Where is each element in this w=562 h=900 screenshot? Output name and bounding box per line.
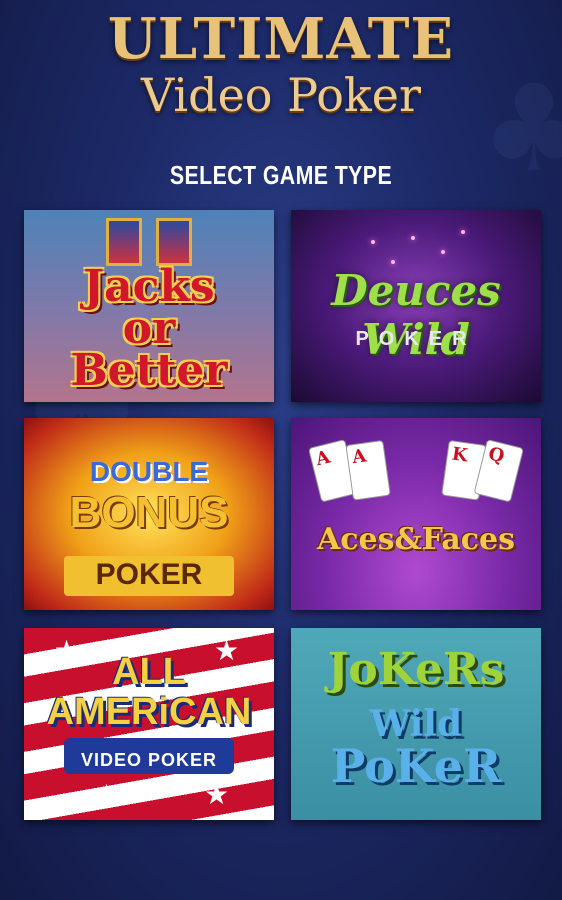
star-icon: ★ xyxy=(94,778,120,811)
game-tile-all-american[interactable]: ★ ★ ★ ★ ALL AMERiCAN VIDEO POKER xyxy=(24,628,274,820)
sparkle-icon xyxy=(461,230,465,234)
game-tile-sublabel: VIDEO POKER xyxy=(80,750,218,770)
game-tile-jacks-or-better[interactable]: Jacks or Better xyxy=(24,210,274,402)
game-tile-aces-faces[interactable]: A A K Q Aces&Faces xyxy=(291,418,541,610)
sparkle-icon xyxy=(391,260,395,264)
jack-card-icon xyxy=(156,218,192,266)
game-tile-label: ALL AMERiCAN xyxy=(46,651,252,733)
game-tile-sublabel: POKER xyxy=(355,328,477,350)
game-tile-double-bonus[interactable]: DOUBLE BONUS POKER xyxy=(24,418,274,610)
sparkle-icon xyxy=(411,236,415,240)
game-tile-label: Jacks or Better xyxy=(70,261,228,396)
jack-card-icon xyxy=(106,218,142,266)
game-tile-sublabel: POKER xyxy=(95,558,203,591)
sparkle-icon xyxy=(371,240,375,244)
app-subtitle: Video Poker xyxy=(141,68,421,122)
select-game-type-heading: SELECT GAME TYPE xyxy=(169,160,393,190)
game-tile-deuces-wild[interactable]: Deuces Wild POKER xyxy=(291,210,541,402)
game-tile-label: BONUS xyxy=(69,488,229,537)
game-tile-label: PoKeR xyxy=(330,739,502,793)
game-tile-label: JoKeRs xyxy=(327,644,505,695)
star-icon: ★ xyxy=(204,778,230,811)
playing-card-icon: A xyxy=(345,439,391,501)
game-tile-label: DOUBLE xyxy=(89,456,209,487)
game-tile-label: Aces&Faces xyxy=(317,522,515,557)
app-title: ULTIMATE xyxy=(107,6,455,72)
sparkle-icon xyxy=(441,250,445,254)
game-tile-jokers-wild[interactable]: JoKeRs Wild PoKeR xyxy=(291,628,541,820)
